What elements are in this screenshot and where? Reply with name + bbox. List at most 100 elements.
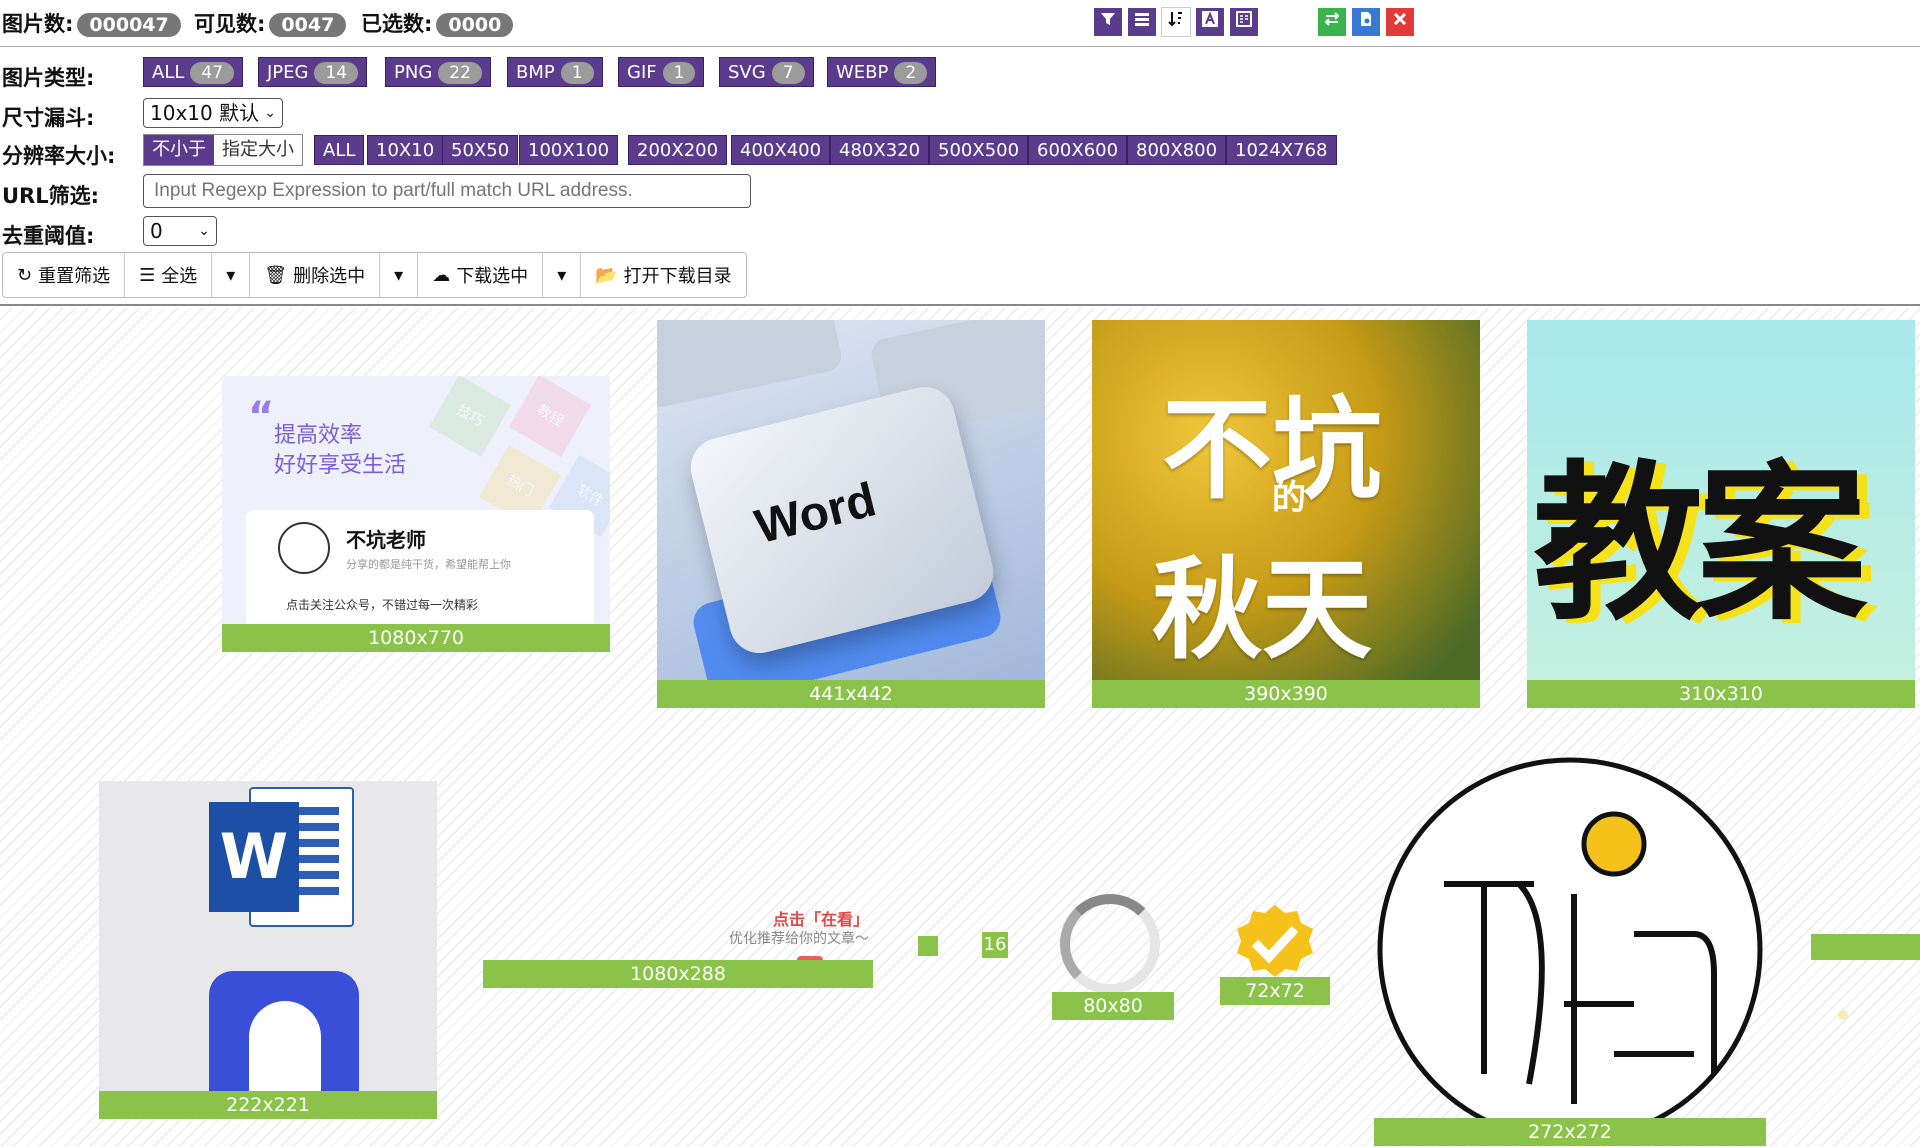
- loading-spinner-icon: [1060, 894, 1160, 994]
- author-desc: 分享的都是纯干货，希望能帮上你: [346, 558, 511, 571]
- type-count: 47: [190, 62, 235, 84]
- thumb-block: 教程: [509, 376, 591, 457]
- reset-filter-button[interactable]: ↻ 重置筛选: [3, 253, 126, 297]
- type-filter-jpeg[interactable]: JPEG 14: [258, 57, 368, 87]
- resolution-filter-50x50[interactable]: 50X50: [442, 135, 519, 165]
- image-size-caption: 16: [983, 934, 1007, 955]
- image-card[interactable]: 80x80: [1052, 888, 1174, 1020]
- poster-title-3: 秋天: [1152, 550, 1372, 672]
- chevron-down-icon: ⌄: [264, 105, 276, 121]
- visible-count-label: 可见数:: [194, 12, 266, 36]
- sort-icon[interactable]: [1161, 7, 1191, 37]
- type-count: 2: [894, 62, 928, 84]
- slogan-line-2: 好好享受生活: [274, 453, 407, 478]
- mode-specified-size[interactable]: 指定大小: [214, 135, 302, 165]
- image-card[interactable]: Word 441x442: [657, 320, 1045, 708]
- resolution-filter-all[interactable]: ALL: [314, 135, 365, 165]
- poster-title: 教案: [1533, 446, 1867, 644]
- url-regex-input[interactable]: [143, 174, 751, 208]
- url-label: URL筛选:: [2, 184, 100, 208]
- quote-icon: “: [248, 394, 275, 440]
- image-size-caption: 80x80: [1052, 992, 1174, 1020]
- delete-selected-button[interactable]: 🗑 删除选中: [250, 253, 381, 297]
- image-card[interactable]: 点击「在看」 优化推荐给你的文章～ 1080x288: [483, 858, 873, 1008]
- download-selected-button[interactable]: ☁ 下载选中: [418, 253, 544, 297]
- resolution-filter-1024x768[interactable]: 1024X768: [1226, 135, 1337, 165]
- image-size-caption: 390x390: [1092, 680, 1480, 708]
- type-filter-gif[interactable]: GIF 1: [618, 57, 705, 87]
- font-icon[interactable]: [1195, 7, 1225, 37]
- resolution-filter-480x320[interactable]: 480X320: [830, 135, 930, 165]
- image-count: 图片数: 000047: [2, 8, 181, 38]
- download-dropdown-button[interactable]: ▾: [543, 253, 582, 297]
- type-filter-svg[interactable]: SVG 7: [719, 57, 814, 87]
- type-count: 1: [560, 62, 594, 84]
- delete-dropdown-button[interactable]: ▾: [380, 253, 419, 297]
- image-size-caption: 1080x288: [483, 960, 873, 988]
- export-file-icon[interactable]: [1351, 7, 1381, 37]
- word-app-icon: W: [209, 787, 359, 927]
- size-funnel-value: 10x10 默认: [150, 101, 260, 125]
- selected-count: 已选数: 0000: [361, 8, 514, 38]
- thumb-block: 技巧: [429, 376, 511, 457]
- image-card[interactable]: 72x72: [1220, 903, 1330, 1005]
- image-card[interactable]: 技巧 教程 热门 软件 “ 提高效率 好好享受生活 不坑老师 分享的都是纯干货，希…: [222, 376, 610, 652]
- type-name: BMP: [516, 62, 555, 83]
- type-label: 图片类型:: [2, 66, 95, 90]
- type-count: 14: [314, 62, 359, 84]
- refresh-icon: ↻: [17, 264, 33, 286]
- size-funnel-select[interactable]: 10x10 默认 ⌄: [143, 98, 283, 128]
- caret-down-icon: ▾: [394, 264, 404, 286]
- verified-badge-icon: [1237, 905, 1313, 977]
- resolution-filter-500x500[interactable]: 500X500: [929, 135, 1029, 165]
- image-count-badge: 000047: [77, 13, 181, 37]
- list-view-icon[interactable]: [1127, 7, 1157, 37]
- image-card[interactable]: 272x272: [1374, 754, 1766, 1146]
- author-name: 不坑老师: [346, 528, 426, 552]
- filter-icon[interactable]: [1093, 7, 1123, 37]
- mode-not-less-than[interactable]: 不小于: [144, 135, 214, 165]
- swap-icon[interactable]: [1317, 7, 1347, 37]
- type-name: PNG: [394, 62, 433, 83]
- select-dropdown-button[interactable]: ▾: [212, 253, 251, 297]
- list-icon: ☰: [139, 264, 156, 286]
- type-name: WEBP: [836, 62, 889, 83]
- image-card[interactable]: W 222x221: [99, 781, 437, 1119]
- resolution-filter-200x200[interactable]: 200X200: [628, 135, 728, 165]
- resolution-label: 分辨率大小:: [2, 144, 116, 168]
- selected-count-badge: 0000: [436, 13, 514, 37]
- logo-icon: [1377, 757, 1763, 1143]
- type-count: 1: [662, 62, 696, 84]
- select-all-button[interactable]: ☰ 全选: [125, 253, 213, 297]
- image-size-caption: 222x221: [99, 1091, 437, 1119]
- type-filter-all[interactable]: ALL 47: [143, 57, 244, 87]
- poster-title-2: 的: [1272, 478, 1306, 518]
- type-filter-webp[interactable]: WEBP 2: [827, 57, 937, 87]
- resolution-filter-800x800[interactable]: 800X800: [1127, 135, 1227, 165]
- resolution-filter-100x100[interactable]: 100X100: [519, 135, 619, 165]
- image-card[interactable]: 16: [982, 932, 1008, 958]
- dedup-threshold-select[interactable]: 0 ⌄: [143, 216, 217, 246]
- image-count-label: 图片数:: [2, 12, 74, 36]
- top-status-bar: 图片数: 000047 可见数: 0047 已选数: 0000: [0, 0, 1920, 47]
- resolution-filter-10x10[interactable]: 10X10: [367, 135, 444, 165]
- image-card[interactable]: 教案 310x310: [1527, 320, 1915, 708]
- open-download-dir-button[interactable]: 📂 打开下载目录: [581, 253, 745, 297]
- delete-selected-label: 删除选中: [293, 266, 366, 287]
- close-icon[interactable]: [1385, 7, 1415, 37]
- type-filter-bmp[interactable]: BMP 1: [507, 57, 603, 87]
- resolution-filter-600x600[interactable]: 600X600: [1028, 135, 1128, 165]
- visible-count-badge: 0047: [269, 13, 347, 37]
- download-selected-label: 下载选中: [456, 266, 529, 287]
- funnel-label: 尺寸漏斗:: [2, 106, 95, 130]
- details-icon[interactable]: [1229, 7, 1259, 37]
- visible-count: 可见数: 0047: [194, 8, 347, 38]
- image-card[interactable]: [918, 936, 938, 956]
- select-all-label: 全选: [161, 266, 198, 287]
- type-filter-png[interactable]: PNG 22: [385, 57, 491, 87]
- type-name: GIF: [627, 62, 657, 83]
- image-card[interactable]: 不坑 的 秋天 390x390: [1092, 320, 1480, 708]
- dedup-value: 0: [150, 219, 163, 243]
- resolution-filter-400x400[interactable]: 400X400: [731, 135, 831, 165]
- image-card[interactable]: [1811, 934, 1920, 960]
